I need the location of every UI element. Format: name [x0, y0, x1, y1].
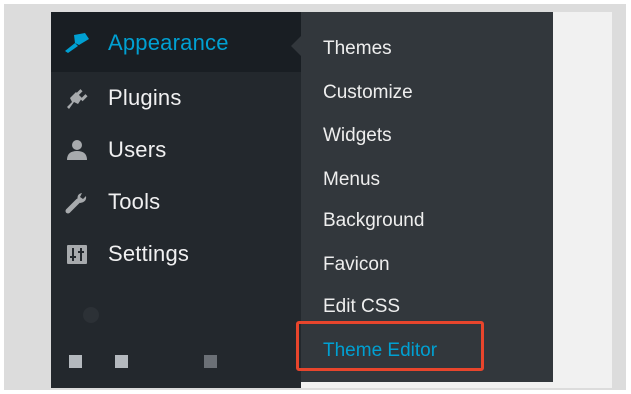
right-panel [553, 12, 612, 388]
sidebar-item-appearance[interactable]: Appearance [51, 17, 301, 69]
settings-icon [63, 240, 91, 268]
admin-sidebar: Appearance Plugins Users Tools Settings [51, 12, 301, 388]
square-icon [204, 355, 217, 368]
sidebar-item-label: Appearance [108, 30, 229, 55]
submenu-item-background[interactable]: Background [323, 206, 424, 236]
paintbrush-icon [63, 29, 91, 57]
collapse-icon[interactable] [83, 307, 99, 323]
sidebar-item-label: Tools [108, 189, 161, 214]
submenu-pointer [291, 36, 301, 56]
plugin-icon [63, 84, 91, 112]
highlight-box [296, 321, 484, 371]
submenu-item-widgets[interactable]: Widgets [323, 121, 392, 151]
submenu-item-edit-css[interactable]: Edit CSS [323, 292, 400, 322]
sidebar-item-tools[interactable]: Tools [51, 176, 301, 228]
submenu-item-favicon[interactable]: Favicon [323, 250, 390, 280]
sidebar-item-label: Users [108, 137, 167, 162]
sidebar-item-label: Settings [108, 241, 190, 266]
sidebar-item-plugins[interactable]: Plugins [51, 72, 301, 124]
wrench-icon [63, 188, 91, 216]
sidebar-item-settings[interactable]: Settings [51, 228, 301, 280]
submenu-item-themes[interactable]: Themes [323, 34, 392, 64]
submenu-item-customize[interactable]: Customize [323, 78, 413, 108]
sidebar-item-label: Plugins [108, 85, 182, 110]
submenu-item-menus[interactable]: Menus [323, 165, 380, 195]
user-icon [63, 136, 91, 164]
square-icon [115, 355, 128, 368]
sidebar-item-users[interactable]: Users [51, 124, 301, 176]
square-icon [69, 355, 82, 368]
